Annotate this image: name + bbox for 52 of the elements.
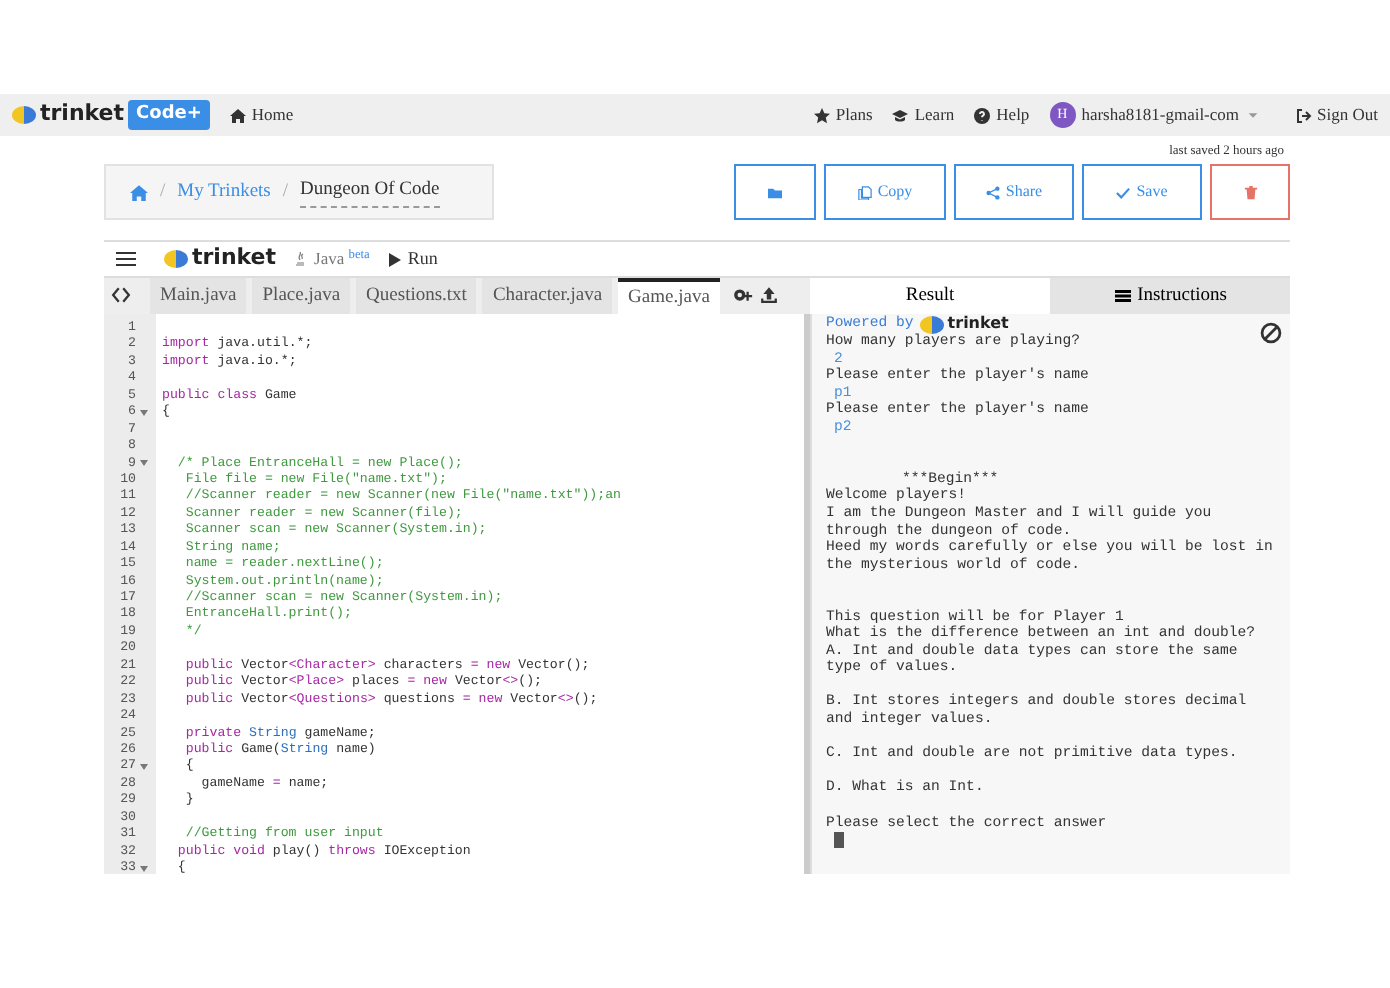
- file-tab[interactable]: Game.java: [618, 278, 720, 314]
- logo-icon: [164, 250, 188, 268]
- code-nav-icon[interactable]: [110, 286, 132, 304]
- cup-icon: [292, 250, 309, 268]
- nav-link[interactable]: Learn: [892, 102, 955, 128]
- logo-icon: [12, 106, 36, 124]
- graduation-cap-icon: [892, 107, 909, 123]
- stop-icon[interactable]: [1260, 322, 1282, 344]
- file-tab[interactable]: Place.java: [252, 278, 351, 314]
- delete-button[interactable]: [1210, 164, 1290, 220]
- sign-out-link[interactable]: Sign Out: [1295, 102, 1378, 128]
- file-tab[interactable]: Main.java: [150, 278, 247, 314]
- copy-button[interactable]: Copy: [824, 164, 946, 220]
- share-icon: [985, 185, 1000, 199]
- logo-icon: [919, 316, 944, 334]
- home-icon: [229, 107, 246, 123]
- fold-icon[interactable]: [139, 409, 147, 416]
- run-button[interactable]: Run: [385, 245, 438, 273]
- upload-icon[interactable]: [759, 286, 778, 304]
- pane-tab[interactable]: Instructions: [1050, 278, 1290, 314]
- fold-icon[interactable]: [139, 460, 147, 467]
- editor-logo: trinket: [192, 242, 277, 275]
- file-tab[interactable]: Questions.txt: [356, 278, 477, 314]
- play-icon: [385, 251, 402, 267]
- breadcrumb-separator: /: [282, 179, 289, 206]
- brand-logo: trinket: [40, 98, 125, 131]
- trinket-title[interactable]: Dungeon Of Code: [300, 176, 440, 208]
- star-icon: [813, 107, 830, 123]
- pane-tab[interactable]: Result: [810, 278, 1050, 314]
- nav-link[interactable]: Plans: [813, 102, 873, 128]
- trash-icon: [1243, 185, 1257, 199]
- text-cursor: [834, 832, 844, 849]
- add-file-icon[interactable]: [729, 286, 754, 304]
- file-tab[interactable]: Character.java: [482, 278, 613, 314]
- folder-icon: [768, 185, 782, 199]
- folder-button[interactable]: [734, 164, 816, 220]
- check-icon: [1116, 185, 1131, 199]
- breadcrumb-separator: /: [160, 179, 166, 206]
- language-label: Java $^{beta}$: [292, 246, 370, 272]
- fold-icon[interactable]: [139, 764, 147, 771]
- home-icon[interactable]: [130, 183, 148, 201]
- copy-icon: [857, 185, 872, 199]
- help-icon: [974, 107, 991, 123]
- sign-out-icon: [1295, 107, 1312, 123]
- list-icon: [1113, 288, 1132, 304]
- fold-icon[interactable]: [139, 865, 147, 872]
- plan-badge: Code+: [128, 99, 210, 131]
- nav-link[interactable]: Help: [974, 102, 1030, 128]
- home-link[interactable]: Home: [229, 102, 294, 128]
- caret-icon: [1245, 108, 1260, 122]
- powered-logo: trinket: [947, 316, 1009, 333]
- menu-icon[interactable]: [116, 251, 136, 267]
